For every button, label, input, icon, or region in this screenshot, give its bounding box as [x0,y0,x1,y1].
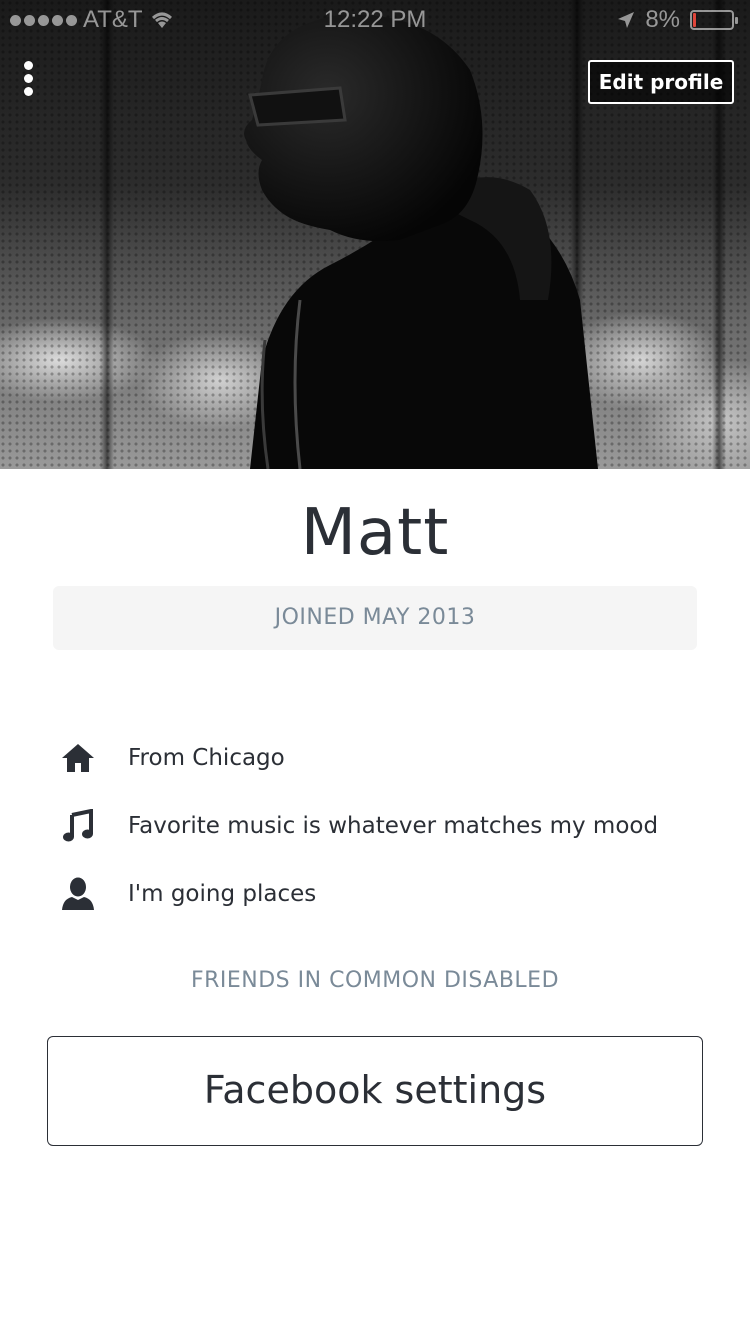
status-bar: AT&T 12:22 PM 8% [0,0,750,40]
battery-percent: 8% [645,6,680,33]
location-arrow-icon [618,12,635,28]
vertical-dots-icon [14,61,42,96]
joined-date-badge: JOINED MAY 2013 [53,586,697,650]
edit-profile-button[interactable]: Edit profile [588,60,734,104]
more-options-button[interactable] [14,58,42,106]
profile-details-list: From Chicago Favorite music is whatever … [58,724,718,928]
battery-icon [690,10,738,30]
detail-text: I'm going places [128,881,317,907]
detail-bio: I'm going places [58,860,718,928]
detail-text: From Chicago [128,745,285,771]
detail-hometown: From Chicago [58,724,718,792]
battery-level-fill [693,13,696,27]
detail-music: Favorite music is whatever matches my mo… [58,792,718,860]
profile-name: Matt [300,496,450,570]
person-icon [58,874,98,914]
friends-in-common-note: FRIENDS IN COMMON DISABLED [190,968,560,993]
facebook-settings-button[interactable]: Facebook settings [47,1036,703,1146]
home-icon [58,738,98,778]
music-note-icon [58,806,98,846]
detail-text: Favorite music is whatever matches my mo… [128,813,659,839]
